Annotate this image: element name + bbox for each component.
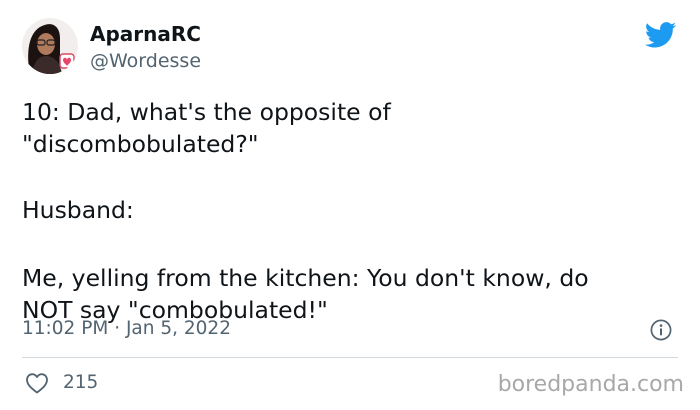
tweet-card: AparnaRC @Wordesse 10: Dad, what's the o… (0, 0, 700, 410)
info-icon[interactable] (650, 319, 672, 341)
divider (22, 357, 678, 358)
tweet-paragraph-gap (22, 160, 662, 194)
tweet-line-2: Husband: (22, 196, 134, 224)
avatar-icon (22, 18, 78, 74)
tweet-text: 10: Dad, what's the opposite of "discomb… (22, 96, 662, 326)
like-count[interactable]: 215 (63, 372, 98, 393)
heart-icon[interactable] (25, 372, 49, 394)
watermark: boredpanda.com (497, 372, 684, 397)
author-handle[interactable]: @Wordesse (90, 50, 201, 72)
tweet-line-1: 10: Dad, what's the opposite of "discomb… (22, 98, 391, 158)
avatar[interactable] (22, 18, 78, 74)
tweet-line-3: Me, yelling from the kitchen: You don't … (22, 264, 589, 324)
twitter-bird-icon[interactable] (645, 22, 677, 48)
tweet-timestamp[interactable]: 11:02 PM · Jan 5, 2022 (22, 318, 231, 339)
tweet-paragraph-gap (22, 226, 662, 262)
author-display-name[interactable]: AparnaRC (90, 22, 201, 46)
